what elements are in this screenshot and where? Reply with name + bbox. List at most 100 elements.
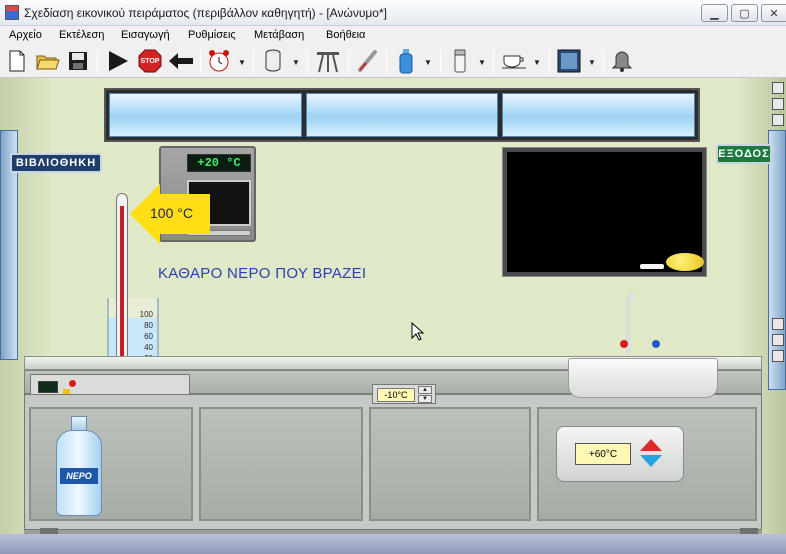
- salt-shaker-icon: [454, 49, 466, 73]
- sink[interactable]: [568, 358, 718, 398]
- menu-settings[interactable]: Ρυθμίσεις: [188, 29, 236, 41]
- minimize-button[interactable]: ▁: [701, 4, 728, 22]
- menu-help[interactable]: Βοήθεια: [326, 29, 365, 41]
- hot-water-tap[interactable]: [620, 340, 628, 348]
- toolbar-separator: [253, 49, 254, 73]
- minimize-icon: ▁: [710, 7, 719, 20]
- floor: [0, 534, 786, 554]
- title-bar[interactable]: Σχεδίαση εικονικού πειράματος (περιβάλλο…: [0, 0, 786, 26]
- cup-button[interactable]: [500, 48, 528, 74]
- maximize-icon: ▢: [739, 7, 750, 20]
- bottle-dropdown-icon[interactable]: ▼: [424, 58, 432, 67]
- open-folder-icon: [36, 55, 60, 70]
- toolbar-separator: [440, 49, 441, 73]
- water-heater[interactable]: +60°C: [556, 426, 684, 482]
- thermometer[interactable]: [116, 193, 128, 368]
- alarm-clock-icon: [209, 50, 229, 72]
- toolbar-separator: [97, 49, 98, 73]
- bell-icon: [612, 51, 632, 72]
- beaker-tick: 100: [139, 310, 153, 319]
- heater-temperature-display: +60°C: [575, 443, 631, 465]
- beaker-tick: 80: [144, 321, 153, 330]
- cupboard-door[interactable]: [199, 407, 363, 521]
- cup-dropdown-icon[interactable]: ▼: [533, 58, 541, 67]
- thermometer-icon: [358, 50, 377, 72]
- bottle-icon: [399, 49, 413, 74]
- sponge-icon[interactable]: [666, 253, 704, 271]
- chalk-icon[interactable]: [640, 264, 664, 269]
- shelf-box-icon: [772, 98, 784, 110]
- menu-run[interactable]: Εκτέλεση: [59, 29, 104, 41]
- toolbar-separator: [603, 49, 604, 73]
- bottle-label: ΝΕΡΟ: [60, 468, 98, 484]
- menu-navigate[interactable]: Μετάβαση: [254, 29, 304, 41]
- window-pane: [502, 93, 696, 137]
- heater-up-arrow-icon[interactable]: [640, 439, 662, 451]
- close-button[interactable]: ✕: [761, 4, 786, 22]
- save-button[interactable]: [66, 48, 90, 74]
- toolbar-separator: [386, 49, 387, 73]
- thermometer-button[interactable]: [354, 48, 380, 74]
- heater-down-arrow-icon[interactable]: [640, 455, 662, 467]
- water-bottle[interactable]: ΝΕΡΟ: [54, 416, 104, 516]
- beaker-tick: 60: [144, 332, 153, 341]
- shelf-box-icon: [772, 318, 784, 330]
- menu-insert[interactable]: Εισαγωγή: [121, 29, 170, 41]
- toolbar-separator: [493, 49, 494, 73]
- burner-power-led[interactable]: [69, 380, 76, 387]
- window-pane: [109, 93, 302, 137]
- play-icon: [109, 51, 128, 71]
- back-arrow-icon: [169, 53, 193, 69]
- cylinder-button[interactable]: [260, 48, 286, 74]
- shelf-box-icon: [772, 114, 784, 126]
- cold-water-tap[interactable]: [652, 340, 660, 348]
- shaker-button[interactable]: [448, 48, 472, 74]
- menu-bar: Αρχείο Εκτέλεση Εισαγωγή Ρυθμίσεις Μετάβ…: [0, 26, 786, 45]
- timer-button[interactable]: [206, 48, 232, 74]
- stop-label: STOP: [140, 57, 160, 65]
- fridge-door[interactable]: [369, 407, 531, 521]
- new-file-button[interactable]: [6, 48, 28, 74]
- stepper-down-button[interactable]: ▼: [418, 395, 432, 403]
- tripod-button[interactable]: [314, 48, 342, 74]
- thermometer-mercury: [120, 206, 124, 361]
- cup-icon: [502, 55, 526, 69]
- cylinder-dropdown-icon[interactable]: ▼: [292, 58, 300, 67]
- stepper-up-button[interactable]: ▲: [418, 386, 432, 394]
- exit-sign[interactable]: ΕΞΟΔΟΣ: [716, 144, 772, 164]
- window-title: Σχεδίαση εικονικού πειράματος (περιβάλλο…: [24, 6, 387, 20]
- window-pane: [305, 93, 499, 137]
- shelf-box-icon: [772, 82, 784, 94]
- maximize-button[interactable]: ▢: [731, 4, 758, 22]
- monitor-button[interactable]: [555, 48, 583, 74]
- shaker-dropdown-icon[interactable]: ▼: [478, 58, 486, 67]
- toolbar-separator: [200, 49, 201, 73]
- fridge-temperature-stepper[interactable]: -10°C ▲ ▼: [372, 384, 436, 404]
- virtual-lab-scene[interactable]: ΒΙΒΛΙΟΘΗΚΗ ΕΞΟΔΟΣ +20 °C ΚΑΘΑΡΟ ΝΕΡΟ ΠΟΥ…: [0, 78, 786, 554]
- thermometer-reading: 100 °C: [150, 205, 193, 221]
- cylinder-icon: [265, 49, 281, 72]
- library-sign[interactable]: ΒΙΒΛΙΟΘΗΚΗ: [10, 153, 102, 173]
- back-button[interactable]: [167, 48, 195, 74]
- shelf-box-icon: [772, 350, 784, 362]
- play-button[interactable]: [104, 48, 132, 74]
- toolbar: STOP ▼ ▼ ▼ ▼ ▼ ▼: [0, 45, 786, 78]
- close-icon: ✕: [769, 7, 779, 20]
- beaker-tick: 40: [144, 343, 153, 352]
- menu-file[interactable]: Αρχείο: [9, 29, 42, 41]
- monitor-dropdown-icon[interactable]: ▼: [588, 58, 596, 67]
- toolbar-separator: [549, 49, 550, 73]
- save-icon: [69, 52, 87, 70]
- tripod-icon: [317, 52, 339, 73]
- timer-dropdown-icon[interactable]: ▼: [238, 58, 246, 67]
- open-button[interactable]: [35, 48, 61, 74]
- stop-button[interactable]: STOP: [137, 48, 163, 74]
- wall-window: [104, 88, 700, 142]
- bottle-button[interactable]: [394, 48, 418, 74]
- fridge-temperature-value[interactable]: -10°C: [377, 388, 415, 402]
- app-icon: [5, 5, 19, 20]
- app-window: Σχεδίαση εικονικού πειράματος (περιβάλλο…: [0, 0, 786, 554]
- bell-button[interactable]: [610, 48, 634, 74]
- shelf-box-icon: [772, 334, 784, 346]
- cabinet-temperature-display: +20 °C: [187, 154, 251, 172]
